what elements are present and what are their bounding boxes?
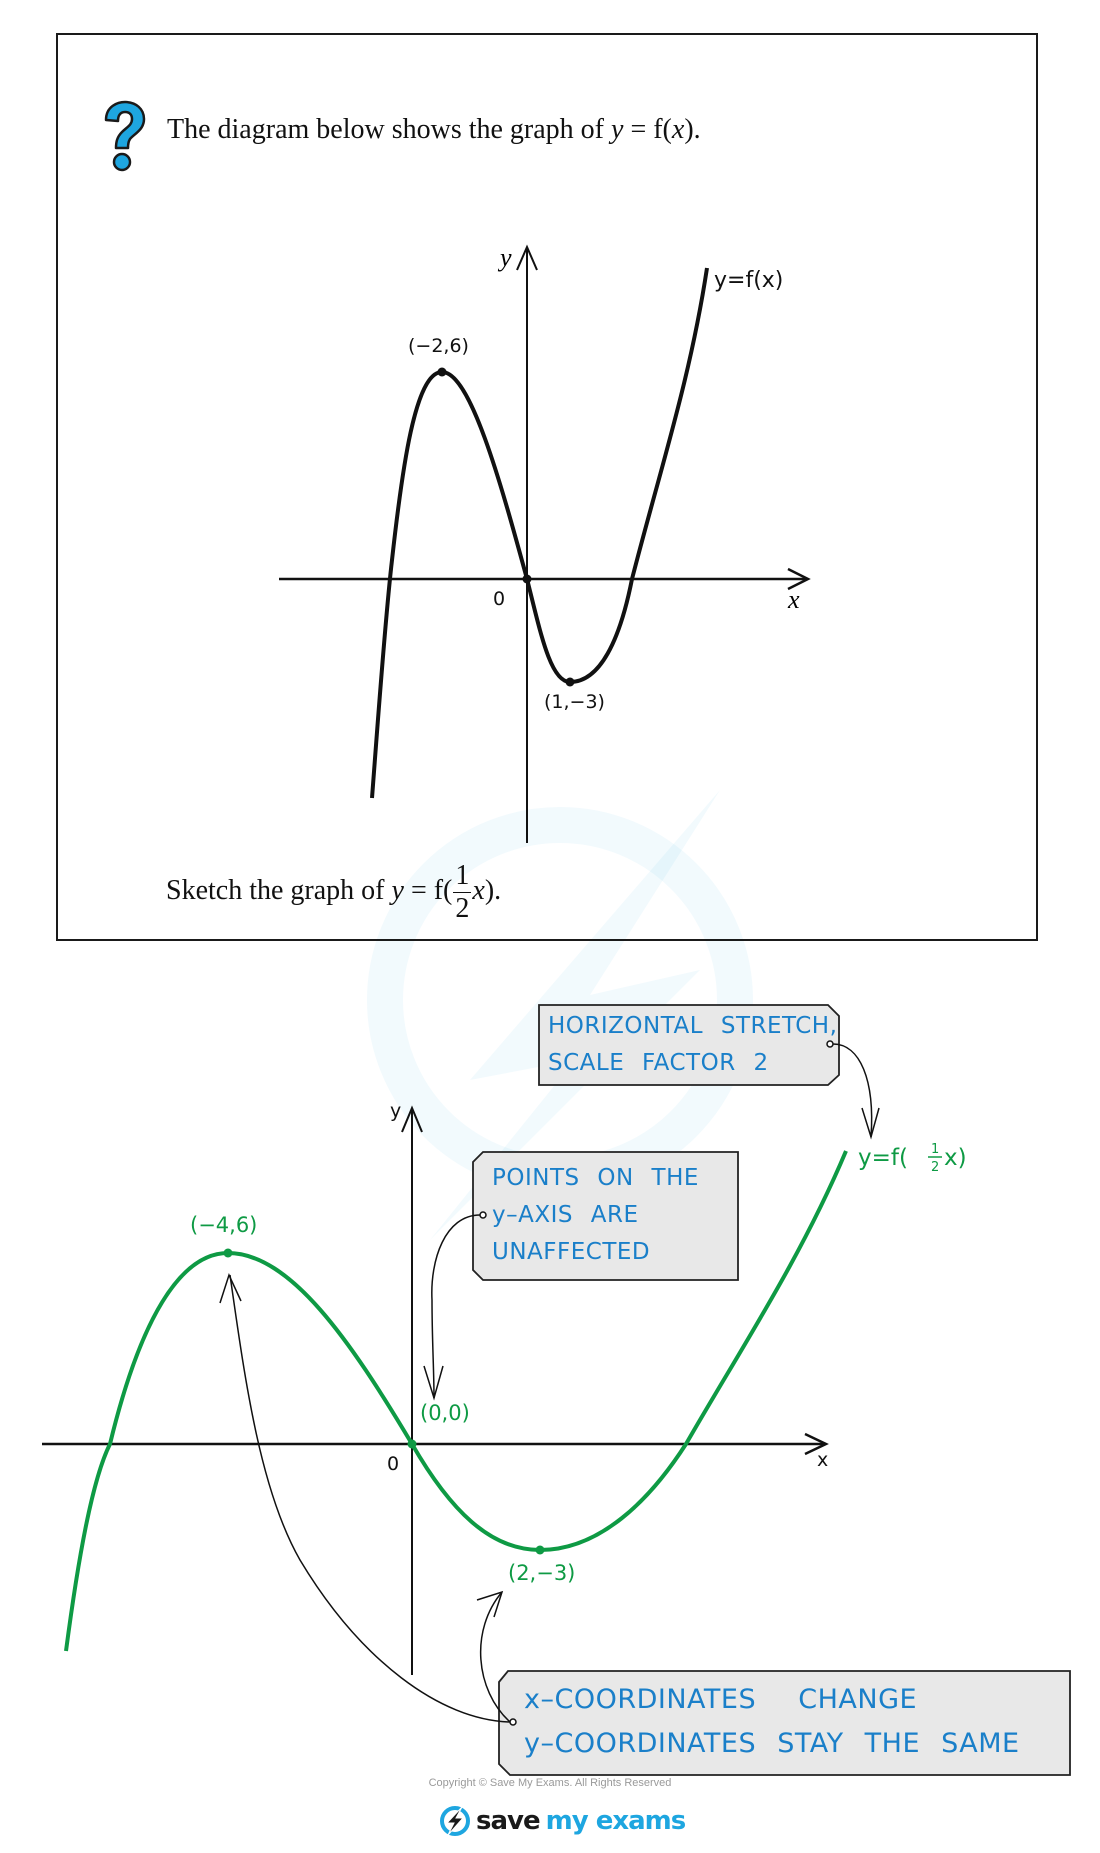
copyright-text: Copyright © Save My Exams. All Rights Re… xyxy=(428,1777,672,1789)
stretch-arrow-head-icon xyxy=(861,1107,880,1140)
connector-dot xyxy=(509,1718,517,1726)
y-axis-note: POINTS ON THE y–AXIS ARE UNAFFECTED xyxy=(492,1160,699,1271)
y-axis-note-line: UNAFFECTED xyxy=(492,1239,651,1265)
stretch-note-line: HORIZONTAL STRETCH, xyxy=(548,1013,838,1039)
connector-dot xyxy=(479,1211,487,1219)
y-axis-note-line: POINTS ON THE xyxy=(492,1165,699,1191)
stretch-note-line: SCALE FACTOR 2 xyxy=(548,1050,769,1076)
coordinates-note-line: x–COORDINATES CHANGE xyxy=(524,1684,918,1715)
logo-myexams-text: my exams xyxy=(545,1806,687,1836)
y-axis-note-line: y–AXIS ARE xyxy=(492,1202,639,1228)
coordinates-note: x–COORDINATES CHANGE y–COORDINATES STAY … xyxy=(524,1678,1020,1766)
max-arrow-head-icon xyxy=(219,1272,242,1304)
coordinates-note-line: y–COORDINATES STAY THE SAME xyxy=(524,1728,1020,1759)
max-arrow xyxy=(229,1274,511,1723)
stretch-note: HORIZONTAL STRETCH, SCALE FACTOR 2 xyxy=(548,1008,837,1082)
logo-save-text: save xyxy=(476,1806,541,1836)
annotation-shapes xyxy=(219,1004,1071,1776)
save-my-exams-logo: save my exams xyxy=(438,1803,687,1839)
lightning-bolt-icon xyxy=(440,1806,470,1836)
